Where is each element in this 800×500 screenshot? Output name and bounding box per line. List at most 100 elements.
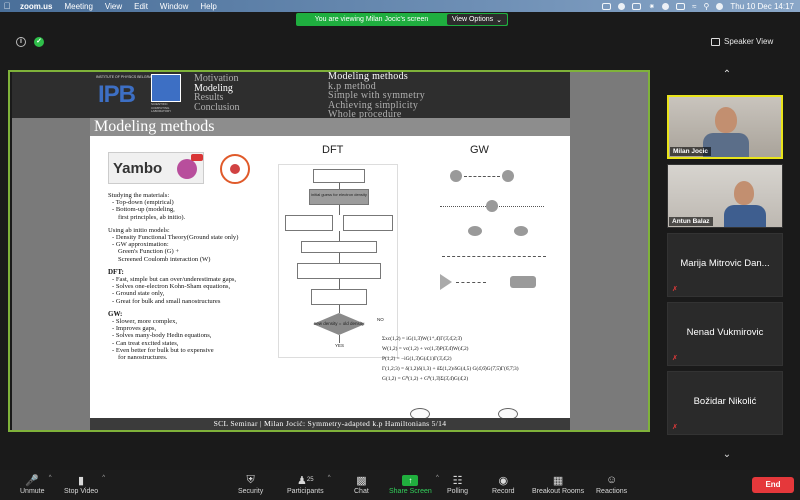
menu-app-name[interactable]: zoom.us bbox=[14, 2, 58, 11]
scroll-up-chevron-icon[interactable]: ⌃ bbox=[718, 70, 736, 80]
time-machine-icon[interactable] bbox=[662, 2, 670, 10]
scroll-down-chevron-icon[interactable]: ⌄ bbox=[718, 450, 736, 460]
security-button[interactable]: ⛨ Security bbox=[238, 473, 263, 496]
dft-flowchart: initial guess for electron density new d… bbox=[278, 164, 398, 358]
hedin-equations: Σxc(1,2) = iG(1,3̄)W(1⁺,4̄)Γ(3̄,4̄,2;3̄)… bbox=[382, 334, 568, 384]
gw-item: - Can treat excited states, bbox=[112, 339, 179, 347]
equation: P(1,2) = −iG(1,3̄)G(4̄,1)Γ(3̄,4̄,2) bbox=[382, 356, 452, 362]
diagram-vertex bbox=[440, 274, 452, 290]
intro-item: first principles, ab initio). bbox=[118, 213, 186, 221]
breakout-rooms-button[interactable]: ▦ Breakout Rooms bbox=[532, 473, 585, 496]
participant-name: Nenad Vukmirovic bbox=[686, 327, 764, 338]
participant-tile[interactable]: Božidar Nikolić ✗ bbox=[667, 371, 783, 435]
polling-button[interactable]: ☷ Polling bbox=[447, 473, 469, 496]
encryption-shield-icon[interactable]: ✓ bbox=[34, 37, 44, 47]
record-button[interactable]: ◉ Record bbox=[492, 473, 515, 496]
spotlight-app-icon[interactable] bbox=[618, 2, 626, 10]
share-options-caret-icon[interactable]: ^ bbox=[436, 475, 439, 481]
participant-name: Milan Jocic bbox=[670, 147, 712, 156]
participant-tile[interactable]: Antun Balaz bbox=[667, 164, 783, 228]
participant-tile[interactable]: Milan Jocic bbox=[667, 95, 783, 159]
smiley-icon: ☺ bbox=[605, 474, 618, 486]
display-icon[interactable] bbox=[632, 2, 642, 10]
participant-name: Božidar Nikolić bbox=[693, 396, 757, 407]
slide-footer: SCL Seminar | Milan Jocić: Symmetry-adap… bbox=[90, 418, 570, 430]
video-camera-icon: ▮ bbox=[78, 474, 85, 487]
info-icon[interactable]: i bbox=[16, 37, 26, 47]
apple-menu-icon[interactable]:  bbox=[0, 1, 14, 11]
dft-item: - Solves one-electron Kohn-Sham equation… bbox=[112, 283, 231, 291]
ipb-logo-caption: INSTITUTE OF PHYSICS BELGRADE bbox=[96, 75, 157, 79]
slide-header: INSTITUTE OF PHYSICS BELGRADE IPB SCIENT… bbox=[12, 72, 570, 120]
battery-icon[interactable] bbox=[676, 2, 686, 10]
flow-initial-guess-label: initial guess for electron density bbox=[311, 192, 367, 197]
equation: Γ(1,2;3) = δ(1,2)δ(1,3) + δΣ(1,2)/δG(4,5… bbox=[382, 366, 519, 372]
diagram-loop bbox=[514, 226, 528, 236]
scl-logo: SCIENTIFIC COMPUTING LABORATORY bbox=[151, 74, 185, 116]
meeting-toolbar: 🎤 Unmute ^ ▮ Stop Video ^ ⛨ Security ♟ 25… bbox=[0, 470, 800, 500]
chat-button[interactable]: ▩ Chat bbox=[354, 473, 369, 496]
flow-box-veff bbox=[301, 241, 377, 253]
gw-item: for nanostructures. bbox=[118, 354, 168, 362]
reactions-button[interactable]: ☺ Reactions bbox=[596, 473, 627, 495]
polling-icon: ☷ bbox=[452, 474, 463, 487]
abinitio-heading: Using ab initio models: bbox=[108, 226, 170, 234]
wifi-icon[interactable]: ≈ bbox=[692, 2, 696, 11]
gw-diagram-title: GW bbox=[470, 144, 489, 156]
viewing-banner: You are viewing Milan Jocic's screen Vie… bbox=[296, 13, 508, 26]
participant-tile[interactable]: Marija Mitrovic Dan... ✗ bbox=[667, 233, 783, 297]
view-options-label: View Options bbox=[452, 16, 494, 23]
record-icon: ◉ bbox=[498, 474, 509, 487]
audio-options-caret-icon[interactable]: ^ bbox=[49, 475, 52, 481]
end-meeting-button[interactable]: End bbox=[752, 477, 794, 493]
wannier-logo-icon bbox=[220, 154, 250, 184]
abinitio-item: Green's Function (G) + bbox=[118, 248, 180, 256]
control-center-icon[interactable] bbox=[716, 2, 724, 10]
participants-label: Participants bbox=[287, 488, 324, 495]
menu-edit[interactable]: Edit bbox=[128, 2, 154, 11]
share-screen-button[interactable]: ↑ Share Screen ^ bbox=[389, 473, 439, 495]
participants-count: 25 bbox=[306, 477, 314, 483]
clock[interactable]: Thu 10 Dec 14:17 bbox=[730, 2, 794, 11]
section-conclusion: Conclusion bbox=[194, 101, 240, 113]
dft-item: - Ground state only, bbox=[112, 290, 165, 298]
zoom-status-icon[interactable] bbox=[602, 2, 612, 10]
flow-box-initial-guess: initial guess for electron density bbox=[309, 189, 369, 205]
yambo-crab-icon bbox=[177, 159, 197, 179]
ipb-logo: INSTITUTE OF PHYSICS BELGRADE IPB bbox=[96, 75, 158, 115]
polling-label: Polling bbox=[447, 488, 469, 495]
chevron-down-icon: ⌄ bbox=[496, 16, 502, 24]
unmute-button[interactable]: 🎤 Unmute ^ bbox=[20, 473, 52, 496]
slide-subsection-nav: Modeling methods k.p method Simple with … bbox=[328, 72, 425, 120]
breakout-rooms-label: Breakout Rooms bbox=[532, 488, 585, 495]
ipb-logo-letters: IPB bbox=[98, 81, 136, 108]
participants-button[interactable]: ♟ 25 Participants ^ bbox=[287, 473, 331, 496]
shared-screen[interactable]: INSTITUTE OF PHYSICS BELGRADE IPB SCIENT… bbox=[8, 70, 650, 432]
dft-diagram-title: DFT bbox=[322, 144, 344, 156]
stop-video-label: Stop Video bbox=[64, 488, 99, 495]
menu-window[interactable]: Window bbox=[154, 2, 194, 11]
flow-box-hartree bbox=[285, 215, 333, 231]
abinitio-item: - GW approximation: bbox=[112, 241, 169, 249]
participants-caret-icon[interactable]: ^ bbox=[328, 475, 331, 481]
menu-help[interactable]: Help bbox=[194, 2, 222, 11]
speaker-view-button[interactable]: Speaker View bbox=[711, 35, 773, 48]
equation: Σxc(1,2) = iG(1,3̄)W(1⁺,4̄)Γ(3̄,4̄,2;3̄) bbox=[382, 336, 462, 342]
search-icon[interactable]: ⚲ bbox=[704, 2, 710, 11]
yambo-logo: Yambo bbox=[108, 152, 204, 184]
record-label: Record bbox=[492, 488, 515, 495]
menu-view[interactable]: View bbox=[99, 2, 128, 11]
stop-video-button[interactable]: ▮ Stop Video ^ bbox=[64, 473, 105, 496]
gw-feynman-diagrams bbox=[440, 166, 550, 326]
diagram-ball bbox=[450, 170, 462, 182]
bluetooth-icon[interactable]: ⁕ bbox=[648, 2, 655, 11]
slide-title: Modeling methods bbox=[90, 118, 570, 136]
equation: G(1,2) = G⁰(1,2) + G⁰(1,3̄)Σ(3̄,4̄)G(4̄,… bbox=[382, 376, 469, 382]
gw-heading: GW: bbox=[108, 309, 123, 318]
view-options-button[interactable]: View Options ⌄ bbox=[447, 14, 507, 25]
participant-tile[interactable]: Nenad Vukmirovic ✗ bbox=[667, 302, 783, 366]
menu-meeting[interactable]: Meeting bbox=[58, 2, 98, 11]
video-options-caret-icon[interactable]: ^ bbox=[102, 475, 105, 481]
scl-logo-mark bbox=[151, 74, 181, 102]
muted-microphone-icon: 🎤 bbox=[25, 474, 40, 487]
